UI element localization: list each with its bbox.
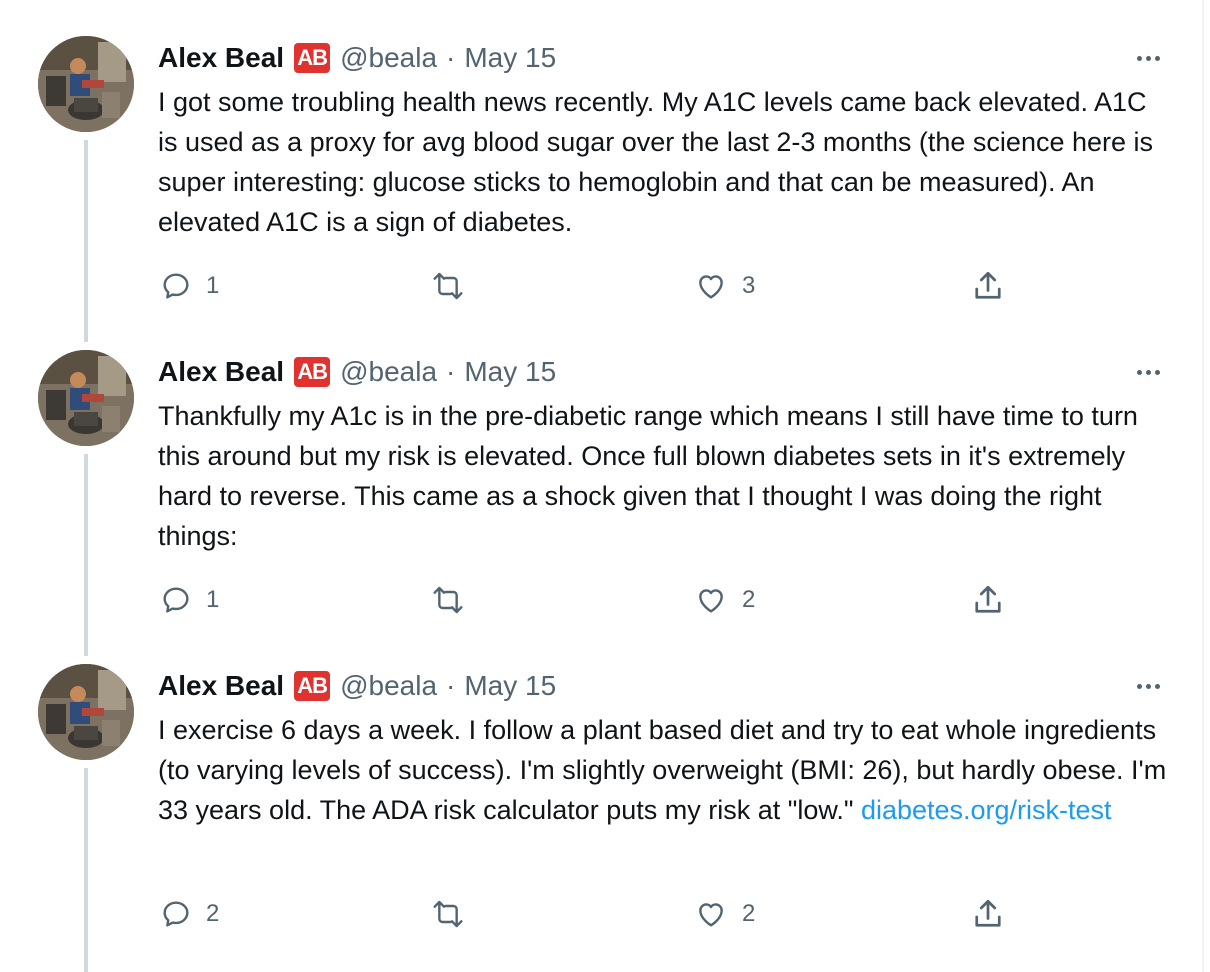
separator-dot: · [446,670,456,701]
reply-button[interactable]: 2 [160,894,219,934]
reply-button[interactable]: 1 [160,580,219,620]
separator-dot: · [446,42,456,73]
reply-count: 2 [206,900,220,927]
share-button[interactable] [970,266,1006,306]
author-handle[interactable]: @beala [340,356,437,388]
more-options-icon[interactable] [1130,48,1166,68]
like-button[interactable]: 2 [694,894,755,934]
author-handle[interactable]: @beala [340,670,437,702]
tweet-date[interactable]: May 15 [464,670,556,702]
author-handle[interactable]: @beala [340,42,437,74]
like-button[interactable]: 3 [694,266,755,306]
tweet-header: Alex Beal AB @beala · May 15 [158,352,556,392]
retweet-button[interactable] [428,894,482,934]
tweet-text: I exercise 6 days a week. I follow a pla… [158,710,1168,830]
tweet-header: Alex Beal AB @beala · May 15 [158,666,556,706]
tweet-actions: 1 2 [0,580,1202,620]
share-icon [975,271,1001,299]
tweet-link[interactable]: diabetes.org/risk-test [861,795,1112,825]
retweet-button[interactable] [428,580,482,620]
author-name[interactable]: Alex Beal [158,670,284,702]
share-icon [975,899,1001,927]
author-name[interactable]: Alex Beal [158,356,284,388]
ab-badge-icon: AB [294,357,331,387]
retweet-icon [433,272,463,300]
like-count: 2 [742,900,756,927]
tweet[interactable]: Alex Beal AB @beala · May 15 I exercise … [0,664,1202,964]
tweet-body: Thankfully my A1c is in the pre-diabetic… [158,401,1138,551]
more-options-icon[interactable] [1130,676,1166,696]
like-button[interactable]: 2 [694,580,755,620]
heart-icon [699,275,723,299]
tweet-text: I got some troubling health news recentl… [158,82,1168,242]
share-button[interactable] [970,894,1006,934]
ab-badge-icon: AB [294,671,331,701]
like-count: 3 [742,272,756,299]
tweet[interactable]: Alex Beal AB @beala · May 15 Thankfully … [0,350,1202,650]
retweet-icon [433,586,463,614]
share-button[interactable] [970,580,1006,620]
author-name[interactable]: Alex Beal [158,42,284,74]
tweet-date[interactable]: May 15 [464,356,556,388]
tweet-body: I got some troubling health news recentl… [158,87,1154,237]
reply-count: 1 [206,272,220,299]
avatar[interactable] [38,36,134,132]
more-options-icon[interactable] [1130,362,1166,382]
tweet[interactable]: Alex Beal AB @beala · May 15 I got some … [0,36,1202,336]
avatar[interactable] [38,350,134,446]
separator-dot: · [446,356,456,387]
tweet-date[interactable]: May 15 [464,42,556,74]
reply-count: 1 [206,586,220,613]
retweet-icon [433,900,463,928]
share-icon [975,585,1001,613]
reply-icon [163,901,189,927]
tweet-actions: 2 2 [0,894,1202,934]
ab-badge-icon: AB [294,43,331,73]
tweet-text: Thankfully my A1c is in the pre-diabetic… [158,396,1168,556]
tweet-actions: 1 3 [0,266,1202,306]
avatar[interactable] [38,664,134,760]
retweet-button[interactable] [428,266,482,306]
reply-button[interactable]: 1 [160,266,219,306]
reply-icon [163,587,189,613]
like-count: 2 [742,586,756,613]
heart-icon [699,589,723,613]
reply-icon [163,273,189,299]
heart-icon [699,903,723,927]
tweet-header: Alex Beal AB @beala · May 15 [158,38,556,78]
